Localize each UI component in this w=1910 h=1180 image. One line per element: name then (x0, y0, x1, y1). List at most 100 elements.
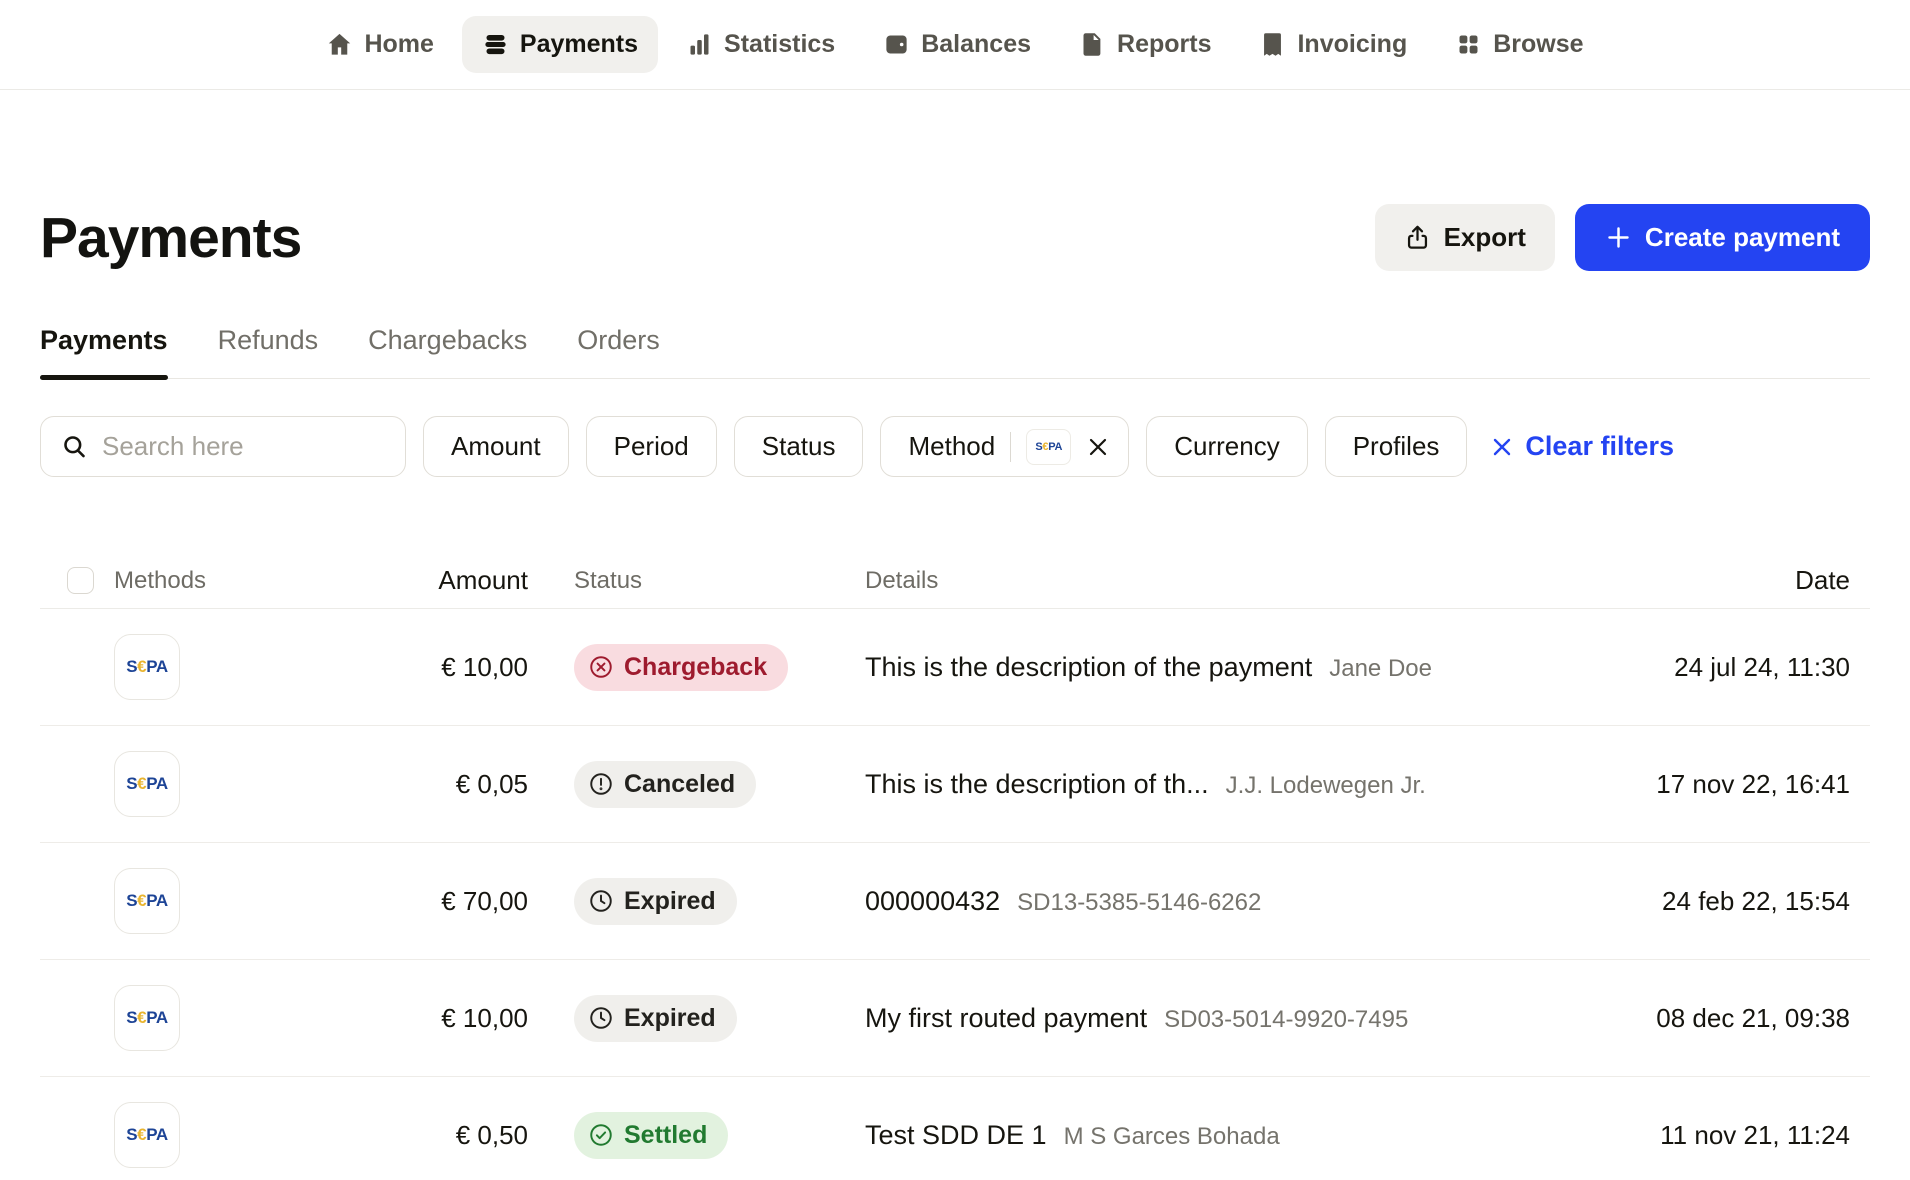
create-payment-button[interactable]: Create payment (1575, 204, 1870, 271)
search-input[interactable] (102, 431, 385, 462)
filter-currency[interactable]: Currency (1146, 416, 1307, 477)
filter-bar: Amount Period Status Method S€PA Currenc… (40, 416, 1870, 477)
payment-description: 000000432 (865, 886, 1000, 917)
filter-period[interactable]: Period (586, 416, 717, 477)
clear-filters-label: Clear filters (1525, 431, 1674, 462)
payment-date: 17 nov 22, 16:41 (1640, 769, 1870, 800)
nav-item-reports[interactable]: Reports (1059, 16, 1231, 73)
nav-item-label: Balances (921, 30, 1031, 59)
invoicing-icon (1259, 31, 1286, 58)
payment-secondary: J.J. Lodewegen Jr. (1226, 772, 1426, 800)
create-payment-button-label: Create payment (1645, 222, 1840, 253)
balances-icon (883, 31, 910, 58)
clock-icon (588, 1005, 614, 1031)
payment-amount: € 10,00 (400, 652, 528, 683)
nav-item-label: Reports (1117, 30, 1211, 59)
remove-method-filter-icon[interactable] (1086, 435, 1110, 459)
filter-profiles[interactable]: Profiles (1325, 416, 1468, 477)
plus-icon (1605, 224, 1632, 251)
chargeback-icon (588, 654, 614, 680)
nav-item-label: Home (364, 30, 433, 59)
nav-item-home[interactable]: Home (306, 16, 453, 73)
export-button-label: Export (1444, 222, 1526, 253)
payment-amount: € 10,00 (400, 1003, 528, 1034)
section-tabs: Payments Refunds Chargebacks Orders (40, 325, 1870, 379)
payment-date: 24 feb 22, 15:54 (1640, 886, 1870, 917)
filter-status[interactable]: Status (734, 416, 864, 477)
tab-refunds[interactable]: Refunds (218, 325, 319, 378)
status-badge: Canceled (574, 761, 756, 808)
search-box[interactable] (40, 416, 406, 477)
home-icon (326, 31, 353, 58)
canceled-icon (588, 771, 614, 797)
sepa-method-badge: S€PA (114, 985, 180, 1051)
status-label: Expired (624, 887, 716, 916)
nav-item-payments[interactable]: Payments (462, 16, 658, 73)
column-header-methods: Methods (114, 567, 400, 595)
payments-table: Methods Amount Status Details Date S€PA … (40, 553, 1870, 1180)
sepa-method-chip: S€PA (1026, 429, 1071, 465)
column-header-amount: Amount (400, 565, 528, 596)
export-button[interactable]: Export (1375, 204, 1555, 271)
clock-icon (588, 888, 614, 914)
table-row[interactable]: S€PA € 0,50 Settled Test SDD DE 1 M S Gar… (40, 1077, 1870, 1180)
table-row[interactable]: S€PA € 0,05 Canceled This is the descrip… (40, 726, 1870, 843)
status-badge: Chargeback (574, 644, 788, 691)
payment-amount: € 0,05 (400, 769, 528, 800)
status-label: Settled (624, 1121, 707, 1150)
payment-date: 24 jul 24, 11:30 (1640, 652, 1870, 683)
page-title: Payments (40, 205, 301, 271)
payment-secondary: SD13-5385-5146-6262 (1017, 889, 1261, 917)
table-row[interactable]: S€PA € 70,00 Expired 000000432 SD13-5385-… (40, 843, 1870, 960)
clear-filters-button[interactable]: Clear filters (1490, 431, 1674, 462)
nav-item-invoicing[interactable]: Invoicing (1239, 16, 1427, 73)
column-header-status: Status (528, 567, 865, 595)
nav-item-balances[interactable]: Balances (863, 16, 1051, 73)
nav-item-label: Browse (1493, 30, 1583, 59)
payment-description: This is the description of th... (865, 769, 1209, 800)
page-header: Payments Export Create payment (40, 204, 1870, 271)
payment-date: 11 nov 21, 11:24 (1640, 1120, 1870, 1151)
nav-item-browse[interactable]: Browse (1435, 16, 1603, 73)
nav-item-label: Statistics (724, 30, 835, 59)
payment-amount: € 0,50 (400, 1120, 528, 1151)
payment-description: Test SDD DE 1 (865, 1120, 1047, 1151)
tab-orders[interactable]: Orders (577, 325, 660, 378)
sepa-method-badge: S€PA (114, 868, 180, 934)
filter-method[interactable]: Method S€PA (880, 416, 1129, 477)
payments-icon (482, 31, 509, 58)
sepa-method-badge: S€PA (114, 634, 180, 700)
reports-icon (1079, 31, 1106, 58)
export-icon (1404, 224, 1431, 251)
sepa-method-badge: S€PA (114, 1102, 180, 1168)
divider (1010, 432, 1011, 462)
table-header: Methods Amount Status Details Date (40, 553, 1870, 609)
statistics-icon (686, 31, 713, 58)
search-icon (61, 433, 88, 460)
column-header-details: Details (865, 567, 1640, 595)
select-all-checkbox[interactable] (67, 567, 94, 594)
status-label: Chargeback (624, 653, 767, 682)
payment-date: 08 dec 21, 09:38 (1640, 1003, 1870, 1034)
payments-page: Payments Export Create payment Payments … (0, 204, 1910, 1180)
nav-item-statistics[interactable]: Statistics (666, 16, 855, 73)
top-navigation: Home Payments Statistics Balances Report… (0, 0, 1910, 90)
nav-item-label: Payments (520, 30, 638, 59)
table-row[interactable]: S€PA € 10,00 Expired My first routed pay… (40, 960, 1870, 1077)
status-badge: Settled (574, 1112, 728, 1159)
status-badge: Expired (574, 878, 737, 925)
nav-item-label: Invoicing (1297, 30, 1407, 59)
sepa-method-badge: S€PA (114, 751, 180, 817)
tab-chargebacks[interactable]: Chargebacks (368, 325, 527, 378)
payment-description: This is the description of the payment (865, 652, 1312, 683)
tab-payments[interactable]: Payments (40, 325, 168, 378)
filter-amount[interactable]: Amount (423, 416, 569, 477)
browse-icon (1455, 31, 1482, 58)
payment-secondary: M S Garces Bohada (1064, 1123, 1280, 1151)
payment-secondary: SD03-5014-9920-7495 (1164, 1006, 1408, 1034)
clear-filters-x-icon (1490, 435, 1514, 459)
filter-method-label: Method (908, 431, 995, 462)
payment-amount: € 70,00 (400, 886, 528, 917)
table-row[interactable]: S€PA € 10,00 Chargeback This is the desc… (40, 609, 1870, 726)
status-badge: Expired (574, 995, 737, 1042)
